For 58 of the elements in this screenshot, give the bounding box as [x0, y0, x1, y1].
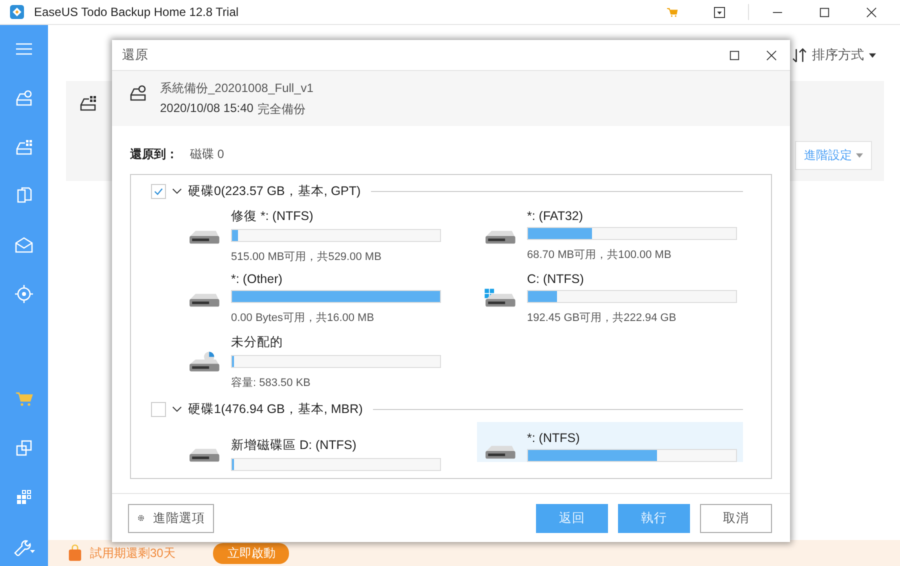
disk-label: 硬碟0(223.57 GB，基本, GPT)	[188, 183, 361, 200]
caret-icon	[856, 152, 863, 158]
dialog-title: 還原	[122, 46, 148, 64]
mail-icon[interactable]	[14, 235, 34, 255]
advanced-options-button[interactable]: 進階選項	[128, 504, 214, 532]
partition-capacity: 192.45 GB可用，共222.94 GB	[527, 311, 678, 325]
chevron-icon[interactable]	[172, 188, 182, 195]
partition-name: 新增磁碟區 D: (NTFS)	[231, 436, 358, 454]
windows-drive-icon	[483, 288, 517, 310]
disk-backup-icon	[78, 93, 98, 113]
trial-text: 試用期還剩30天	[90, 544, 176, 562]
partition-name: *: (FAT32)	[527, 209, 584, 223]
cancel-button[interactable]: 取消	[700, 504, 772, 532]
partition-item[interactable]: *: (Other) 0.00 Bytes可用，共16.00 MB	[181, 267, 447, 330]
partition-capacity: 68.70 MB可用，共100.00 MB	[527, 248, 672, 262]
dropdown-icon[interactable]	[714, 6, 725, 18]
partition-name: 未分配的	[231, 334, 284, 350]
partition-item[interactable]: *: (FAT32) 68.70 MB可用，共100.00 MB	[477, 204, 743, 267]
shopping-bag-icon	[68, 544, 82, 562]
checkmark-icon	[153, 186, 164, 197]
backup-date: 2020/10/08 15:40	[160, 100, 254, 116]
close-icon[interactable]	[766, 50, 777, 60]
checkbox[interactable]	[151, 184, 166, 199]
chevron-icon[interactable]	[172, 406, 182, 413]
partition-capacity: 0.00 Bytes可用，共16.00 MB	[231, 311, 376, 325]
maximize-icon[interactable]	[819, 6, 830, 18]
disk-backup-icon[interactable]	[14, 88, 34, 108]
partition-name: C: (NTFS)	[527, 272, 585, 286]
maximize-icon[interactable]	[729, 50, 740, 60]
window-title: EaseUS Todo Backup Home 12.8 Trial	[34, 5, 239, 19]
apps-icon[interactable]	[14, 487, 34, 507]
disk-label: 硬碟1(476.94 GB，基本, MBR)	[188, 401, 363, 418]
sort-icon	[792, 48, 807, 62]
partition-item[interactable]: *: (NTFS)	[477, 422, 743, 462]
restore-to-label: 還原到：	[130, 146, 178, 162]
close-icon[interactable]	[866, 6, 877, 18]
sort-button[interactable]: 排序方式	[786, 45, 882, 65]
checkbox[interactable]	[151, 402, 166, 417]
caret-icon	[869, 52, 876, 58]
app-logo-icon	[10, 5, 24, 19]
partition-name: *: (NTFS)	[527, 431, 581, 445]
partition-capacity: 515.00 MB可用，共529.00 MB	[231, 250, 382, 264]
disk-backup-icon	[128, 83, 148, 103]
disk-backup-icon[interactable]	[14, 137, 34, 157]
partition-item[interactable]: 未分配的 容量: 583.50 KB	[181, 330, 447, 393]
backup-name: 系統備份_20201008_Full_v1	[160, 80, 314, 96]
target-icon[interactable]	[14, 284, 34, 304]
restore-to-value: 磁碟 0	[190, 146, 224, 162]
partition-name: *: (Other)	[231, 272, 284, 286]
partition-name: 修復 *: (NTFS)	[231, 208, 314, 224]
partition-item[interactable]: 新增磁碟區 D: (NTFS)	[181, 422, 447, 478]
partition-item[interactable]: C: (NTFS) 192.45 GB可用，共222.94 GB	[477, 267, 743, 330]
backup-type: 完全備份	[257, 100, 306, 118]
cart-icon[interactable]	[667, 6, 678, 18]
unallocated-drive-icon	[187, 350, 221, 372]
partition-item[interactable]: 修復 *: (NTFS) 515.00 MB可用，共529.00 MB	[181, 204, 447, 267]
partition-capacity: 容量: 583.50 KB	[231, 376, 312, 390]
clone-icon[interactable]	[14, 438, 34, 458]
